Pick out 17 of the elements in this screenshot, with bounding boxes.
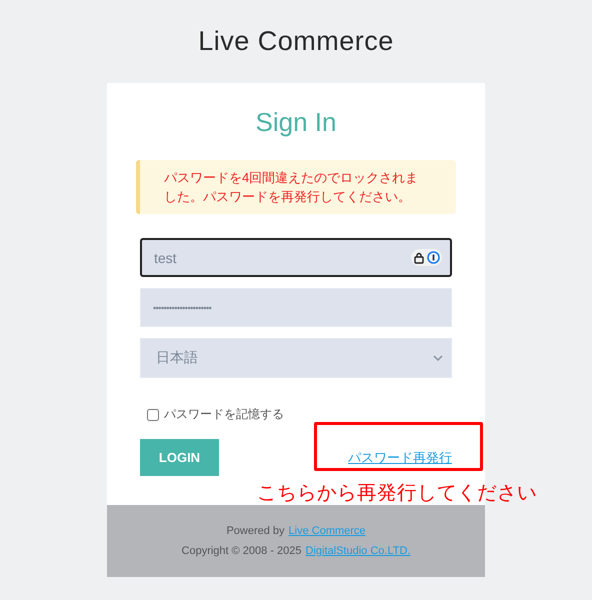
password-field[interactable]: •••••••••••••••••••••• [140,288,452,327]
logo: Live Commerce [198,25,394,58]
password-manager-icon[interactable] [411,249,442,266]
username-field[interactable]: test [140,238,452,277]
lock-alert: パスワードを4回間違えたのでロックされました。パスワードを再発行してください。 [136,160,456,214]
sign-in-title: Sign In [254,107,338,138]
copyright-text: Copyright © 2008 - 2025 [182,545,302,557]
remember-label: パスワードを記憶する [164,406,284,423]
language-select[interactable]: 日本語 [140,338,452,378]
password-reset-link[interactable]: パスワード再発行 [348,448,452,466]
annotation-text: こちらから再発行してください [257,481,537,506]
company-link[interactable]: DigitalStudio Co.LTD. [306,545,410,557]
live-commerce-link[interactable]: Live Commerce [288,525,366,537]
login-button[interactable]: LOGIN [140,439,219,476]
chevron-icon [433,354,443,362]
remember-checkbox[interactable] [147,408,159,420]
powered-by-text: Powered by [226,525,285,537]
